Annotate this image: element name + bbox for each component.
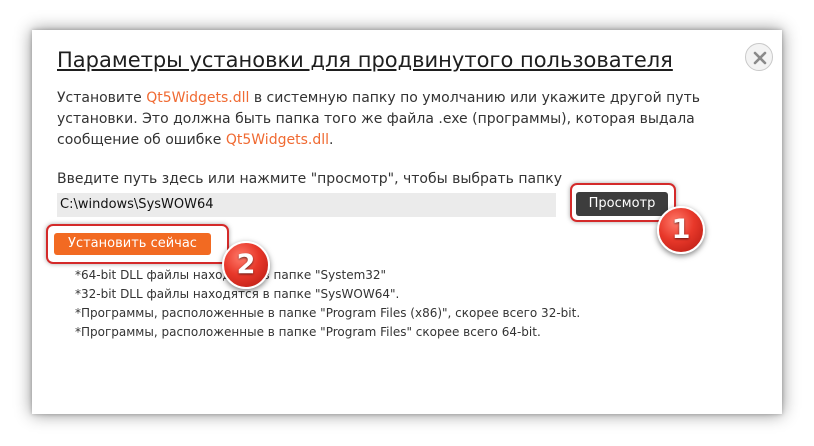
- close-icon: [753, 51, 767, 65]
- install-highlight: Установить сейчас: [46, 224, 229, 264]
- install-dialog: Параметры установки для продвинутого пол…: [32, 30, 782, 414]
- dll-link-2[interactable]: Qt5Widgets.dll: [226, 132, 329, 148]
- note-item: *64-bit DLL файлы находятся в папке "Sys…: [75, 268, 387, 282]
- install-now-button[interactable]: Установить сейчас: [54, 233, 211, 255]
- path-prompt-label: Введите путь здесь или нажмите "просмотр…: [57, 171, 562, 187]
- close-button[interactable]: [745, 43, 773, 71]
- note-item: *Программы, расположенные в папке "Progr…: [75, 325, 541, 339]
- browse-button[interactable]: Просмотр: [576, 192, 668, 216]
- notes-list: *64-bit DLL файлы находятся в папке "Sys…: [75, 266, 580, 342]
- dialog-description: Установите Qt5Widgets.dll в системную па…: [57, 88, 737, 151]
- note-item: *32-bit DLL файлы находятся в папке "Sys…: [75, 287, 400, 301]
- description-text-1: Установите: [57, 90, 147, 106]
- dialog-title: Параметры установки для продвинутого пол…: [57, 48, 673, 72]
- dll-link[interactable]: Qt5Widgets.dll: [146, 90, 249, 106]
- description-text-3: .: [329, 132, 334, 148]
- path-input[interactable]: C:\windows\SysWOW64: [57, 193, 556, 217]
- note-item: *Программы, расположенные в папке "Progr…: [75, 306, 581, 320]
- step-marker-1: 1: [657, 206, 705, 254]
- step-marker-2: 2: [222, 241, 270, 289]
